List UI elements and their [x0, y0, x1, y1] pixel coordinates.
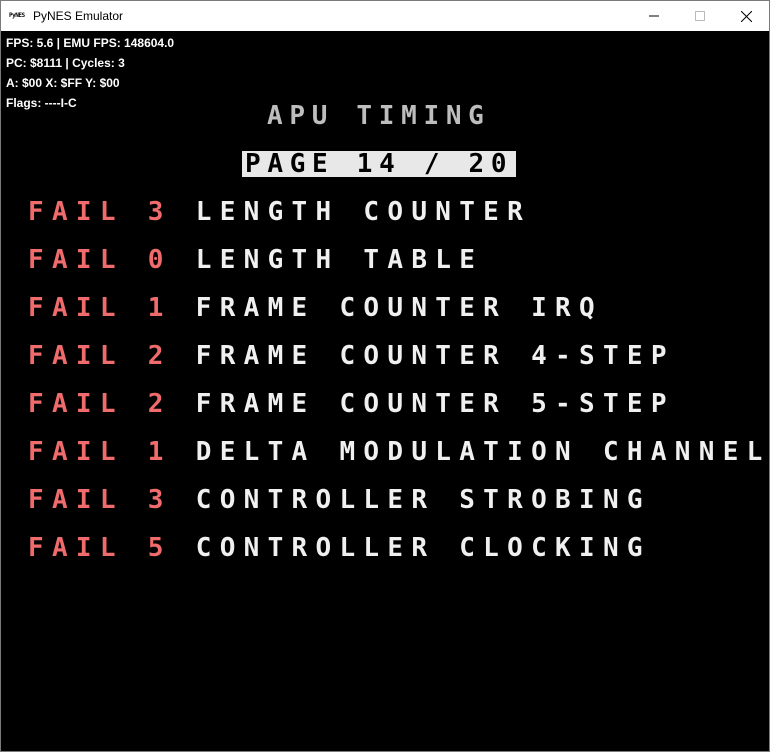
- test-result-row: FAIL 3 LENGTH COUNTER: [28, 197, 531, 227]
- test-result-row: FAIL 1 DELTA MODULATION CHANNEL: [28, 437, 769, 467]
- fps-readout: FPS: 5.6 | EMU FPS: 148604.0: [6, 36, 175, 50]
- result-status: FAIL: [28, 533, 124, 563]
- test-name: CONTROLLER CLOCKING: [195, 533, 651, 563]
- test-name: DELTA MODULATION CHANNEL: [195, 437, 769, 467]
- result-code: 3: [147, 197, 172, 227]
- test-name: FRAME COUNTER IRQ: [195, 293, 603, 323]
- result-status: FAIL: [28, 389, 124, 419]
- result-code: 2: [147, 341, 172, 371]
- test-result-row: FAIL 1 FRAME COUNTER IRQ: [28, 293, 603, 323]
- result-status: FAIL: [28, 485, 124, 515]
- title-bar[interactable]: PyNES PyNES Emulator: [1, 1, 769, 31]
- emulator-screen[interactable]: FPS: 5.6 | EMU FPS: 148604.0 PC: $8111 |…: [1, 31, 769, 751]
- result-code: 2: [147, 389, 172, 419]
- test-name: LENGTH COUNTER: [195, 197, 532, 227]
- maximize-icon: [695, 11, 705, 21]
- pc-cycles-readout: PC: $8111 | Cycles: 3: [6, 56, 125, 70]
- result-status: FAIL: [28, 293, 124, 323]
- minimize-button[interactable]: [631, 1, 677, 31]
- result-status: FAIL: [28, 341, 124, 371]
- test-result-row: FAIL 5 CONTROLLER CLOCKING: [28, 533, 651, 563]
- test-name: CONTROLLER STROBING: [195, 485, 651, 515]
- minimize-icon: [649, 15, 659, 17]
- page-indicator: PAGE 14 / 20: [242, 151, 517, 177]
- flags-readout: Flags: ----I-C: [6, 96, 77, 110]
- close-icon: [740, 10, 752, 22]
- test-result-row: FAIL 0 LENGTH TABLE: [28, 245, 483, 275]
- result-code: 1: [147, 293, 172, 323]
- result-code: 3: [147, 485, 172, 515]
- result-code: 5: [147, 533, 172, 563]
- test-result-row: FAIL 2 FRAME COUNTER 4-STEP: [28, 341, 675, 371]
- window-title: PyNES Emulator: [33, 9, 124, 23]
- test-name: LENGTH TABLE: [195, 245, 484, 275]
- test-result-row: FAIL 3 CONTROLLER STROBING: [28, 485, 651, 515]
- registers-readout: A: $00 X: $FF Y: $00: [6, 76, 120, 90]
- result-status: FAIL: [28, 197, 124, 227]
- emulator-window: PyNES PyNES Emulator FPS: 5.6 | EMU FPS:…: [0, 0, 770, 752]
- test-result-row: FAIL 2 FRAME COUNTER 5-STEP: [28, 389, 675, 419]
- test-name: FRAME COUNTER 4-STEP: [195, 341, 675, 371]
- result-code: 1: [147, 437, 172, 467]
- result-status: FAIL: [28, 437, 124, 467]
- test-suite-heading: APU TIMING: [267, 101, 491, 131]
- result-code: 0: [147, 245, 172, 275]
- close-button[interactable]: [723, 1, 769, 31]
- result-status: FAIL: [28, 245, 124, 275]
- maximize-button[interactable]: [677, 1, 723, 31]
- test-name: FRAME COUNTER 5-STEP: [195, 389, 675, 419]
- app-icon: PyNES: [9, 12, 25, 19]
